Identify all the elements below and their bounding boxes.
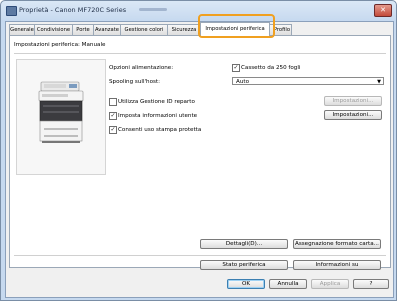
spooling-label: Spooling sull'host: [109,79,160,85]
secure-print-checkbox[interactable]: ✓ [109,126,117,134]
dialog-body: Generale Condivisione Porte Avanzate Ges… [5,14,394,298]
user-info-checkbox[interactable]: ✓ [109,112,117,120]
cancel-button[interactable]: Annulla [269,279,307,289]
power-options-label: Opzioni alimentazione: [109,65,174,71]
close-button[interactable]: ✕ [374,4,392,17]
printer-image-box [16,59,106,175]
tab-porte[interactable]: Porte [72,24,94,35]
info-button[interactable]: Informazioni su [293,260,381,270]
printer-icon [6,6,17,16]
close-icon: ✕ [380,6,386,14]
apply-button[interactable]: Applica [311,279,349,289]
user-info-label: Imposta informazioni utente [118,113,198,119]
ok-button[interactable]: OK [227,279,265,289]
section-label: Impostazioni periferica: Manuale [14,42,106,48]
secure-print-label: Consenti uso stampa protetta [118,127,202,133]
device-status-button[interactable]: Stato periferica [200,260,288,270]
printer-illustration [38,81,84,143]
details-button[interactable]: Dettagli(D)... [200,239,288,249]
divider [14,255,386,256]
title-bar: Proprietà - Canon MF720C Series ✕ [1,1,396,20]
tab-impostazioni-periferica[interactable]: Impostazioni periferica [200,22,270,36]
tab-generale[interactable]: Generale [9,24,35,35]
drawer-checkbox-label: Cassetto da 250 fogli [241,65,301,71]
redacted-text [139,8,167,11]
paper-format-button[interactable]: Assegnazione formato carta... [293,239,381,249]
divider [14,53,386,54]
settings-panel: Impostazioni periferica: Manuale Opzioni… [9,35,391,270]
user-info-settings-button[interactable]: Impostazioni... [324,110,382,120]
tab-condivisione[interactable]: Condivisione [34,24,73,35]
window-title: Proprietà - Canon MF720C Series [19,6,127,14]
chevron-down-icon: ▼ [377,79,381,85]
tab-avanzate[interactable]: Avanzate [93,24,121,35]
tab-profilo[interactable]: Profilo [269,24,292,35]
spooling-value: Auto [236,79,249,85]
spooling-select[interactable]: Auto ▼ [232,77,384,85]
tab-sicurezza[interactable]: Sicurezza [167,24,201,35]
tab-gestione-colori[interactable]: Gestione colori [120,24,168,35]
department-settings-button[interactable]: Impostazioni... [324,96,382,106]
properties-window: Proprietà - Canon MF720C Series ✕ Genera… [0,0,397,301]
department-id-label: Utilizza Gestione ID reparto [118,99,195,105]
drawer-checkbox[interactable]: ✓ [232,64,240,72]
department-id-checkbox[interactable] [109,98,117,106]
help-button[interactable]: ? [353,279,389,289]
